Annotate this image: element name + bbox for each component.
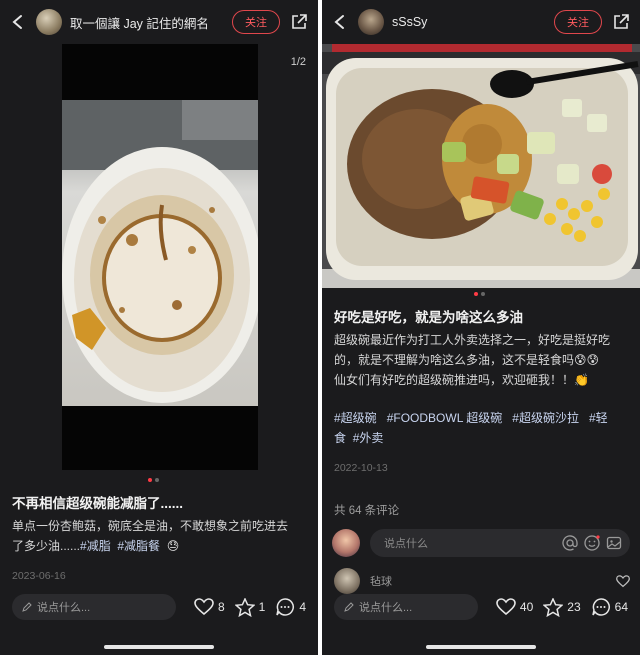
back-icon[interactable] [332, 14, 348, 30]
star-icon [234, 597, 255, 617]
say-placeholder: 说点什么... [37, 602, 91, 614]
hashtag[interactable]: #减脂 [80, 539, 111, 553]
author-name[interactable]: 取一個讓 Jay 記住的網名 [70, 13, 232, 32]
share-icon[interactable] [612, 13, 630, 31]
follow-button[interactable]: 关注 [554, 10, 602, 34]
hashtag[interactable]: #FOODBOWL 超级碗 [387, 411, 503, 425]
collect-count: 23 [567, 600, 581, 614]
commenter-name[interactable]: 毡球 [370, 573, 616, 589]
hashtag[interactable]: #轻 [589, 411, 608, 425]
top-bar: 取一個讓 Jay 記住的網名 关注 [0, 0, 318, 44]
heart-icon [194, 598, 214, 616]
comment-item: 毡球 [334, 568, 630, 594]
post-body: 单点一份杏鲍菇，碗底全是油，不敢想象之前吃进去 了多少油......#减脂 #减… [12, 516, 306, 556]
author-avatar[interactable] [36, 9, 62, 35]
pencil-icon [22, 602, 32, 612]
at-icon[interactable] [562, 535, 578, 551]
like-count: 40 [519, 600, 534, 614]
like-button[interactable]: 40 [496, 598, 533, 616]
comment-count: 4 [299, 600, 306, 614]
emoji: 😓 [166, 539, 180, 553]
comment-input-row: 说点什么 [332, 528, 630, 558]
bottom-action-bar: 说点什么... 40 23 64 [322, 590, 640, 624]
hashtag[interactable]: #超级碗沙拉 [512, 411, 579, 425]
home-indicator [104, 645, 214, 649]
post-date: 2023-06-16 [12, 570, 66, 582]
share-icon[interactable] [290, 13, 308, 31]
post-title: 不再相信超级碗能减脂了...... [12, 496, 184, 511]
heart-icon[interactable] [616, 574, 630, 588]
carousel-dots [148, 478, 159, 482]
comment-count: 64 [614, 600, 628, 614]
post-date: 2022-10-13 [334, 462, 388, 474]
top-bar: sSsSy 关注 [322, 0, 640, 44]
post-image[interactable] [322, 44, 640, 288]
dot [481, 292, 485, 296]
carousel-dots [474, 292, 485, 296]
comment-icon [276, 598, 295, 616]
post-body: 超级碗最近作为打工人外卖选择之一，好吃是挺好吃 的，就是不理解为啥这么多油，这不… [334, 330, 628, 390]
collect-button[interactable]: 23 [543, 597, 581, 617]
say-something-input[interactable]: 说点什么... [12, 594, 176, 620]
hashtag[interactable]: 食 [334, 431, 346, 445]
comment-placeholder: 说点什么 [384, 538, 428, 550]
collect-button[interactable]: 1 [234, 597, 266, 617]
dot [155, 478, 159, 482]
comment-input[interactable]: 说点什么 [370, 529, 630, 557]
home-indicator [426, 645, 536, 649]
user-avatar [332, 529, 360, 557]
right-phone-screen: sSsSy 关注 好吃是好吃，就是为啥这么多油 超级碗最近作为打工人外卖选择之一… [322, 0, 640, 655]
collect-count: 1 [258, 600, 266, 614]
hashtag[interactable]: #减脂餐 [117, 539, 160, 553]
tag-line: 食 #外卖 [334, 428, 628, 448]
dot-active [148, 478, 152, 482]
post-title: 好吃是好吃，就是为啥这么多油 [334, 310, 523, 325]
body-line: 了多少油......#减脂 #减脂餐 😓 [12, 536, 306, 556]
author-avatar[interactable] [358, 9, 384, 35]
bowl-photo [62, 100, 258, 406]
comments-count: 共 64 条评论 [334, 505, 400, 517]
star-icon [543, 597, 564, 617]
image-icon[interactable] [606, 535, 622, 551]
like-count: 8 [217, 600, 225, 614]
body-line: 的，就是不理解为啥这么多油，这不是轻食吗😰😰 [334, 353, 600, 367]
hashtag[interactable]: #超级碗 [334, 411, 377, 425]
post-tags: #超级碗 #FOODBOWL 超级碗 #超级碗沙拉 #轻 食 #外卖 [334, 408, 628, 448]
like-button[interactable]: 8 [194, 598, 225, 616]
comment-button[interactable]: 64 [591, 597, 628, 617]
body-line: 单点一份杏鲍菇，碗底全是油，不敢想象之前吃进去 [12, 519, 289, 533]
body-text: 了多少油...... [12, 539, 81, 553]
left-phone-screen: 取一個讓 Jay 記住的網名 关注 1/2 不再相信超级碗能减脂了...... … [0, 0, 318, 655]
dot-active [474, 292, 478, 296]
body-line: 仙女们有好吃的超级碗推进吗，欢迎砸我！！👏 [334, 373, 589, 387]
heart-icon [496, 598, 516, 616]
pencil-icon [344, 602, 354, 612]
image-page-indicator: 1/2 [290, 56, 306, 68]
say-something-input[interactable]: 说点什么... [334, 594, 478, 620]
post-image[interactable] [62, 44, 258, 470]
say-placeholder: 说点什么... [359, 602, 413, 614]
bottom-action-bar: 说点什么... 8 1 4 [0, 590, 318, 624]
screenshot-stage: 取一個讓 Jay 記住的網名 关注 1/2 不再相信超级碗能减脂了...... … [0, 0, 640, 655]
follow-button[interactable]: 关注 [232, 10, 280, 34]
body-line: 超级碗最近作为打工人外卖选择之一，好吃是挺好吃 [334, 333, 611, 347]
back-icon[interactable] [10, 14, 26, 30]
author-name[interactable]: sSsSy [392, 15, 554, 29]
comment-icon [591, 598, 610, 616]
comment-button[interactable]: 4 [275, 597, 306, 617]
salad-bowl-illustration [322, 44, 640, 288]
greasy-bowl-illustration [62, 100, 258, 403]
emoji-icon[interactable] [584, 535, 600, 551]
hashtag[interactable]: #外卖 [353, 431, 384, 445]
tag-line: #超级碗 #FOODBOWL 超级碗 #超级碗沙拉 #轻 [334, 408, 628, 428]
